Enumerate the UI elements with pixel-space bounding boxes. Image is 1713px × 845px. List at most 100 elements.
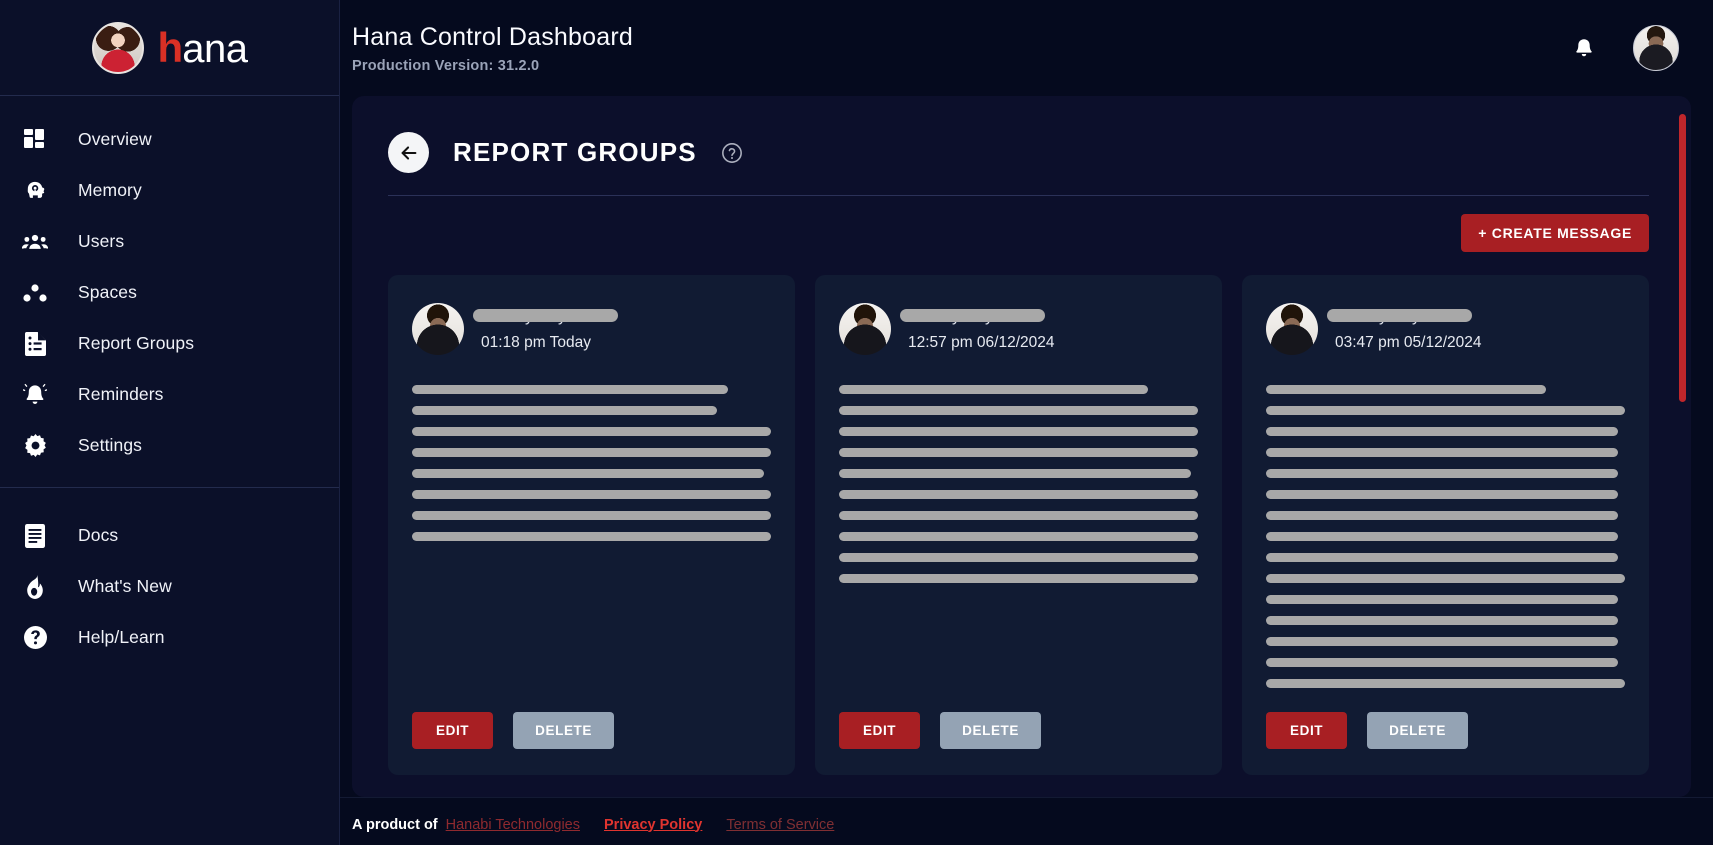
- sidebar-item-label: Settings: [78, 435, 143, 455]
- sidebar: h ana Overview Memory Users Spaces Repor…: [0, 0, 340, 845]
- redacted-line: [839, 385, 1148, 394]
- topbar-titles: Hana Control Dashboard Production Versio…: [352, 23, 633, 74]
- footer-company-link[interactable]: Hanabi Technologies: [446, 817, 580, 833]
- users-icon: [18, 227, 52, 257]
- redacted-line: [839, 427, 1198, 436]
- redacted-line: [1266, 406, 1625, 415]
- footer-product-of-label: A product of: [352, 816, 438, 833]
- sidebar-item-memory[interactable]: Memory: [0, 165, 339, 216]
- redacted-line: [839, 406, 1198, 415]
- redacted-line: [412, 406, 718, 415]
- sidebar-item-settings[interactable]: Settings: [0, 420, 339, 471]
- cards-list: Pranay Kayarkar 01:18 pm Today EDIT DELE…: [388, 275, 1649, 775]
- redacted-line: [412, 469, 764, 478]
- flame-icon: [18, 572, 52, 602]
- edit-button[interactable]: EDIT: [412, 712, 494, 749]
- sidebar-item-label: Help/Learn: [78, 627, 165, 647]
- brand-avatar: [91, 21, 144, 74]
- page-title: Hana Control Dashboard: [352, 22, 633, 51]
- sidebar-item-label: Report Groups: [78, 333, 195, 353]
- avatar: [412, 303, 464, 355]
- redacted-line: [1266, 616, 1618, 625]
- redacted-line: [839, 469, 1191, 478]
- notifications-bell-icon[interactable]: [1569, 32, 1599, 64]
- sidebar-item-docs[interactable]: Docs: [0, 510, 339, 561]
- sidebar-item-label: Docs: [78, 525, 119, 545]
- sidebar-item-label: What's New: [78, 576, 172, 596]
- redacted-line: [1266, 448, 1618, 457]
- card-actions: EDIT DELETE: [839, 696, 1198, 775]
- redacted-line: [839, 553, 1198, 562]
- create-message-button[interactable]: + CREATE MESSAGE: [1461, 214, 1649, 252]
- card-header: Pranay Kayarkar 01:18 pm Today: [412, 303, 771, 355]
- footer-credit: A product of Hanabi Technologies: [352, 817, 580, 833]
- delete-button[interactable]: DELETE: [513, 712, 615, 749]
- redacted-line: [412, 490, 771, 499]
- avatar: [839, 303, 891, 355]
- card-body-redacted: [1266, 385, 1625, 696]
- sidebar-item-report-groups[interactable]: Report Groups: [0, 318, 339, 369]
- panel-scrollbar[interactable]: [1679, 114, 1686, 779]
- footer-terms-link[interactable]: Terms of Service: [726, 817, 834, 833]
- card-author: Pranay Kayarkar: [1327, 306, 1472, 325]
- spaces-icon: [18, 278, 52, 308]
- card-actions: EDIT DELETE: [1266, 696, 1625, 775]
- card-timestamp: 12:57 pm 06/12/2024: [908, 333, 1055, 351]
- card-meta: Pranay Kayarkar 12:57 pm 06/12/2024: [900, 307, 1055, 352]
- panel-wrapper: REPORT GROUPS + CREATE MESSAGE Pranay Ka…: [340, 96, 1713, 797]
- brand-header[interactable]: h ana: [0, 0, 339, 96]
- redacted-line: [1266, 679, 1625, 688]
- scrollbar-thumb[interactable]: [1679, 114, 1686, 402]
- card-author: Pranay Kayarkar: [473, 306, 618, 325]
- redacted-line: [1266, 469, 1618, 478]
- card-body-redacted: [412, 385, 771, 696]
- sidebar-item-overview[interactable]: Overview: [0, 114, 339, 165]
- redacted-line: [1266, 637, 1618, 646]
- gear-icon: [18, 431, 52, 461]
- doc-icon: [18, 521, 52, 551]
- cards-scroll-region[interactable]: Pranay Kayarkar 01:18 pm Today EDIT DELE…: [352, 252, 1691, 797]
- redacted-line: [412, 448, 771, 457]
- report-card: Pranay Kayarkar 03:47 pm 05/12/2024 EDIT…: [1242, 275, 1649, 775]
- sidebar-item-label: Reminders: [78, 384, 164, 404]
- card-header: Pranay Kayarkar 03:47 pm 05/12/2024: [1266, 303, 1625, 355]
- redacted-line: [839, 574, 1198, 583]
- panel-header: REPORT GROUPS: [352, 96, 1691, 196]
- topbar-actions: [1569, 25, 1679, 71]
- footer-privacy-link[interactable]: Privacy Policy: [604, 817, 702, 833]
- sidebar-nav: Overview Memory Users Spaces Report Grou…: [0, 96, 339, 663]
- main-area: Hana Control Dashboard Production Versio…: [340, 0, 1713, 845]
- redacted-line: [412, 427, 771, 436]
- sidebar-item-users[interactable]: Users: [0, 216, 339, 267]
- redacted-line: [1266, 658, 1618, 667]
- sidebar-item-spaces[interactable]: Spaces: [0, 267, 339, 318]
- sidebar-item-label: Users: [78, 231, 125, 251]
- delete-button[interactable]: DELETE: [940, 712, 1042, 749]
- redacted-line: [1266, 511, 1618, 520]
- edit-button[interactable]: EDIT: [1266, 712, 1348, 749]
- delete-button[interactable]: DELETE: [1367, 712, 1469, 749]
- redacted-line: [1266, 385, 1547, 394]
- footer: A product of Hanabi Technologies Privacy…: [340, 797, 1713, 845]
- report-icon: [18, 329, 52, 359]
- sidebar-item-label: Spaces: [78, 282, 137, 302]
- report-card: Pranay Kayarkar 12:57 pm 06/12/2024 EDIT…: [815, 275, 1222, 775]
- back-arrow-icon[interactable]: [388, 132, 429, 173]
- redacted-line: [1266, 490, 1618, 499]
- edit-button[interactable]: EDIT: [839, 712, 921, 749]
- sidebar-item-label: Memory: [78, 180, 142, 200]
- avatar[interactable]: [1633, 25, 1679, 71]
- redacted-line: [839, 490, 1198, 499]
- topbar: Hana Control Dashboard Production Versio…: [340, 0, 1713, 96]
- help-circle-icon[interactable]: [721, 142, 743, 164]
- sidebar-item-help-learn[interactable]: Help/Learn: [0, 612, 339, 663]
- sidebar-item-whats-new[interactable]: What's New: [0, 561, 339, 612]
- brain-icon: [18, 176, 52, 206]
- bell-icon: [18, 380, 52, 410]
- report-groups-panel: REPORT GROUPS + CREATE MESSAGE Pranay Ka…: [352, 96, 1691, 797]
- card-timestamp: 01:18 pm Today: [481, 333, 592, 351]
- avatar: [1266, 303, 1318, 355]
- sidebar-group-primary: Overview Memory Users Spaces Report Grou…: [0, 114, 339, 471]
- card-meta: Pranay Kayarkar 03:47 pm 05/12/2024: [1327, 306, 1482, 352]
- sidebar-item-reminders[interactable]: Reminders: [0, 369, 339, 420]
